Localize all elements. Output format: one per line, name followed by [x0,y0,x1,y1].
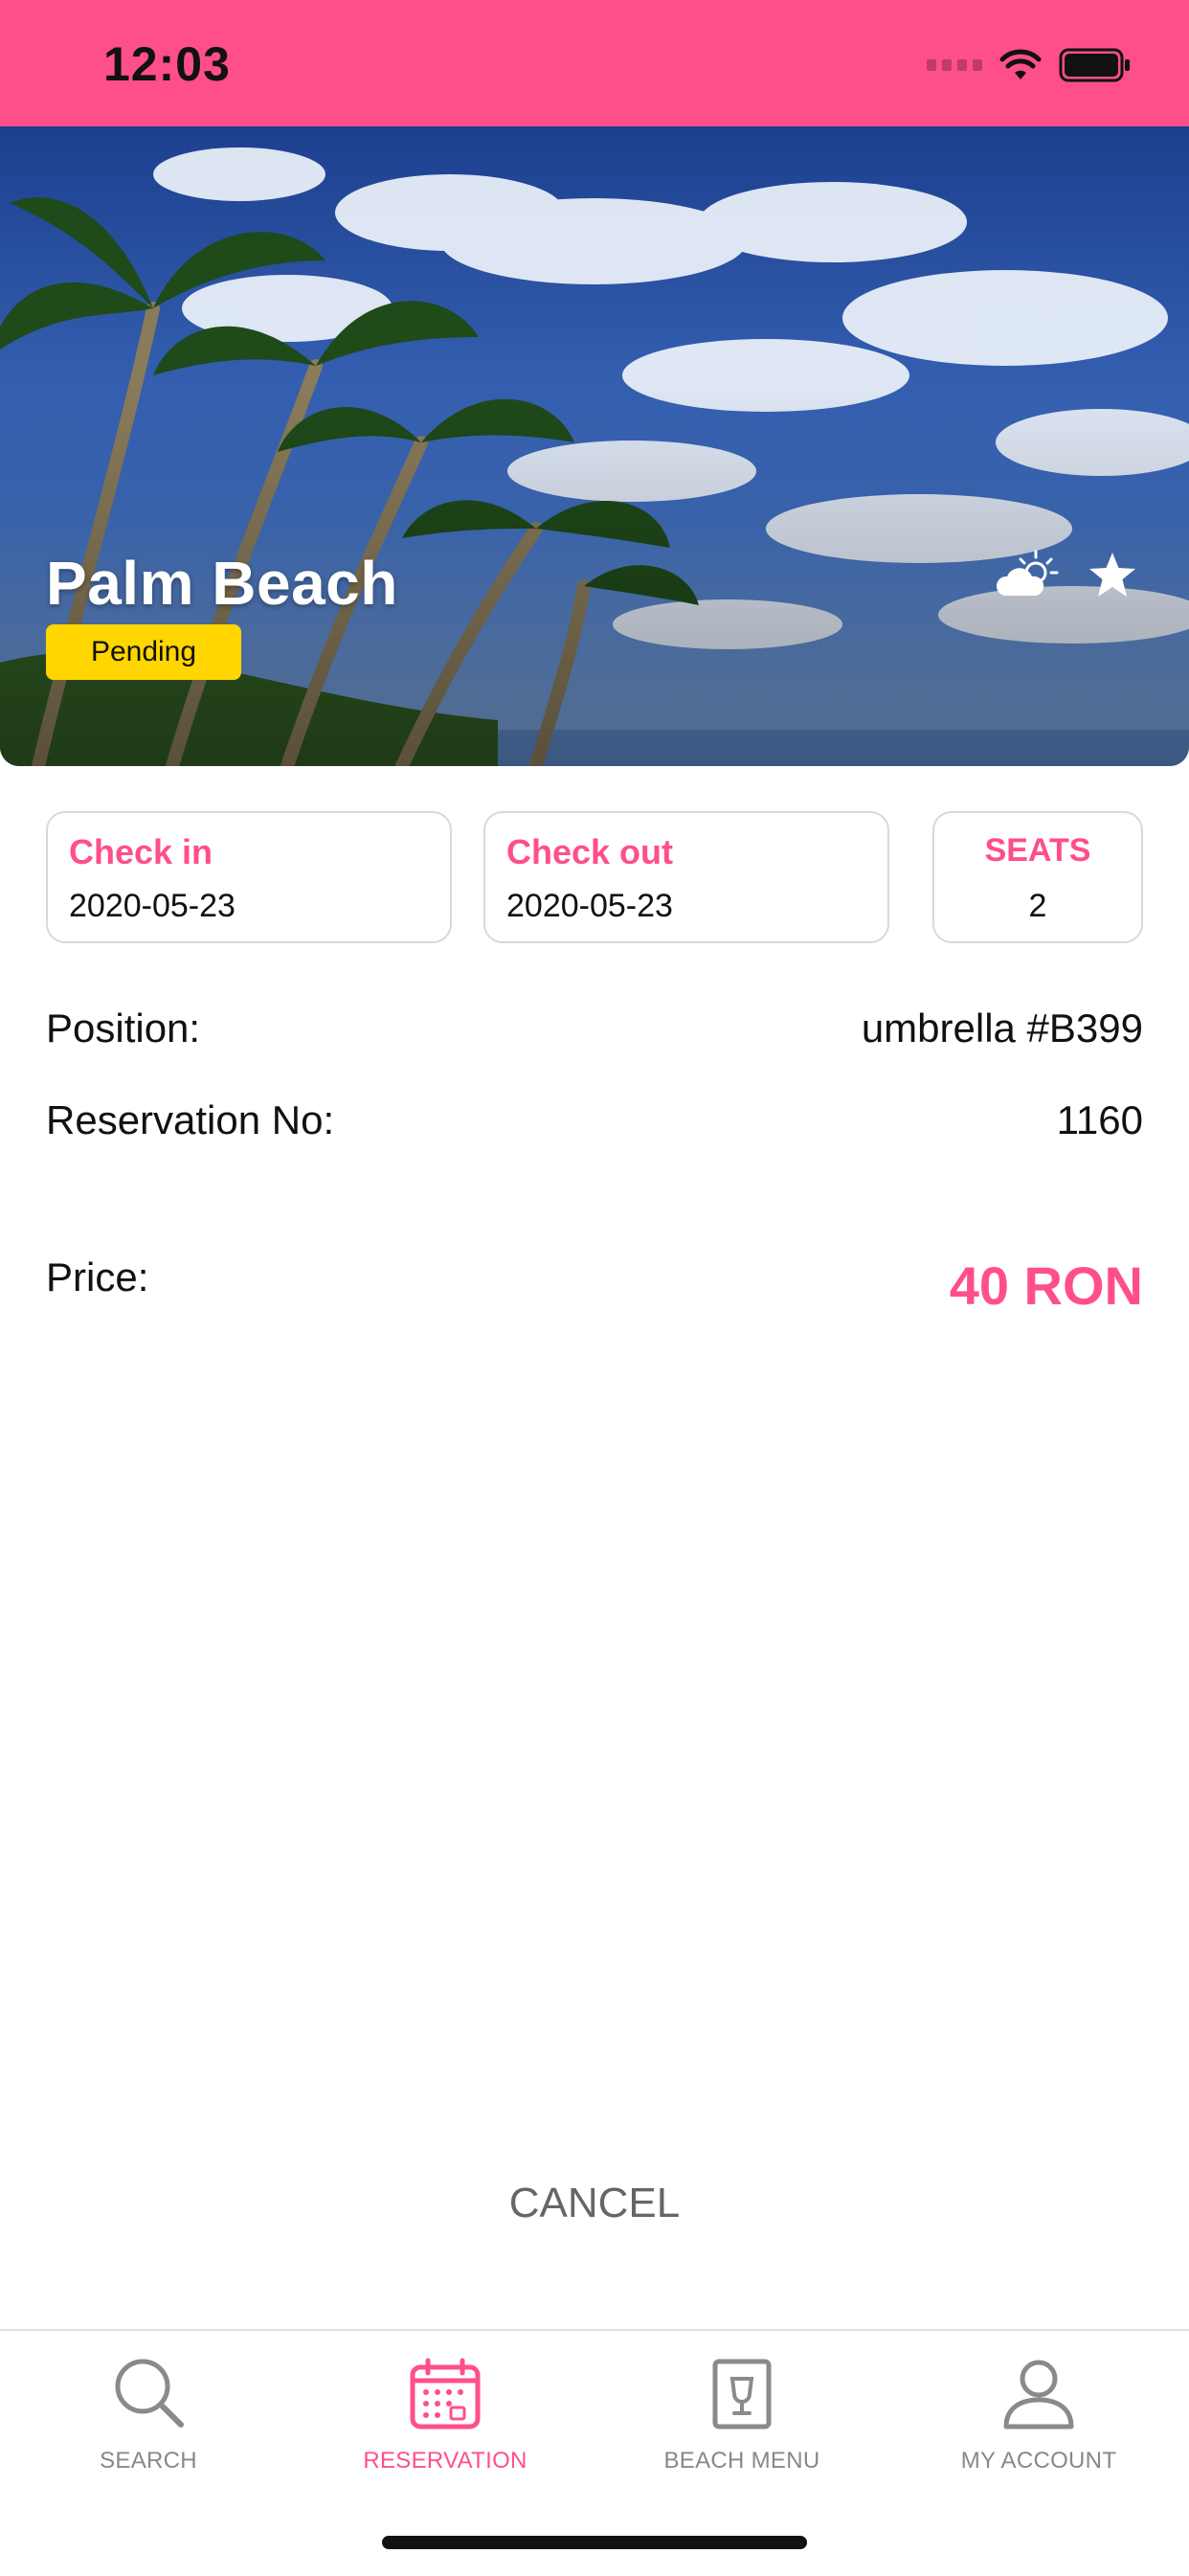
seats-value: 2 [1028,888,1047,924]
status-badge: Pending [46,624,241,680]
reservation-number-label: Reservation No: [46,1097,335,1142]
position-label: Position: [46,1006,201,1051]
tab-search-label: SEARCH [100,2448,197,2474]
wifi-icon [999,49,1042,79]
seats-card: SEATS 2 [932,811,1143,943]
status-time: 12:03 [103,37,231,91]
beach-hero-image: Palm Beach Pending [0,126,1189,766]
seats-label: SEATS [984,832,1091,869]
beach-name: Palm Beach [46,549,398,618]
tab-reservation[interactable]: RESERVATION [297,2350,594,2494]
star-icon[interactable] [1088,551,1137,599]
tab-beach-menu[interactable]: BEACH MENU [594,2350,890,2494]
battery-icon [1059,48,1130,82]
check-in-value: 2020-05-23 [69,888,236,924]
status-bar: 12:03 [0,0,1189,126]
position-value: umbrella #B399 [861,1006,1143,1051]
cellular-signal-icon [927,59,982,71]
check-out-card: Check out 2020-05-23 [483,811,889,943]
cancel-button[interactable]: CANCEL [0,2180,1189,2237]
check-in-card: Check in 2020-05-23 [46,811,452,943]
tab-search[interactable]: SEARCH [0,2350,297,2494]
tab-my-account[interactable]: MY ACCOUNT [890,2350,1187,2494]
menu-book-icon [712,2359,772,2429]
status-icons [927,44,1132,86]
reservation-number-value: 1160 [1056,1097,1143,1142]
weather-partly-cloudy-icon [996,550,1059,596]
price-value: 40 RON [949,1255,1143,1316]
tab-reservation-label: RESERVATION [363,2448,527,2474]
check-out-label: Check out [506,832,674,871]
check-in-label: Check in [69,832,213,871]
price-label: Price: [46,1254,149,1299]
calendar-icon [410,2358,481,2429]
user-icon [1003,2360,1074,2429]
hero-icons [992,548,1137,601]
home-indicator [382,2536,807,2549]
check-out-value: 2020-05-23 [506,888,673,924]
search-icon [115,2359,184,2428]
tab-beach-menu-label: BEACH MENU [663,2448,820,2474]
tab-my-account-label: MY ACCOUNT [960,2448,1117,2474]
